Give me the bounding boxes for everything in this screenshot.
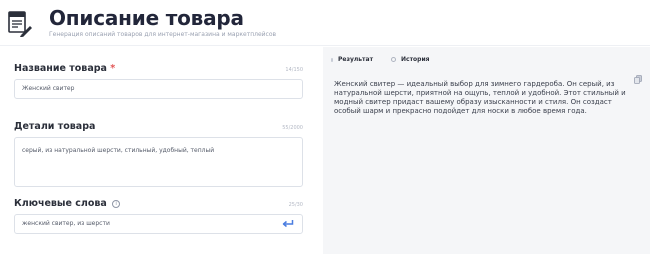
keywords-label-text: Ключевые слова [14,198,107,209]
tab-history-label: История [401,56,430,63]
keywords-label: Ключевые слова i [14,198,121,209]
product-form: Название товара * 14/150 Женский свитер … [0,47,318,254]
keywords-input[interactable]: женский свитер, из шерсти [14,214,303,234]
result-tab-icon [331,57,333,62]
tab-history[interactable]: История [391,56,430,63]
product-details-textarea[interactable]: серый, из натуральной шерсти, стильный, … [14,137,303,187]
info-icon[interactable]: i [112,200,121,208]
enter-arrow-icon[interactable] [282,219,294,229]
result-tabs: Результат История [323,47,650,69]
product-name-input[interactable]: Женский свитер [14,79,303,99]
tab-result-label: Результат [338,56,374,63]
product-name-label-text: Название товара [14,63,107,74]
document-writing-icon [8,11,32,37]
result-panel: Результат История Женский свитер — идеал… [323,47,650,254]
keywords-counter: 25/30 [288,202,303,208]
product-name-counter: 14/150 [285,67,303,73]
keywords-value: женский свитер, из шерсти [22,220,110,227]
product-details-label: Детали товара [14,121,96,132]
history-radio-icon [391,57,396,62]
product-name-label: Название товара * [14,63,115,74]
generated-description: Женский свитер — идеальный выбор для зим… [334,80,626,115]
page-header: Описание товара Генерация описаний товар… [0,0,650,46]
tab-result[interactable]: Результат [331,56,373,63]
page-title: Описание товара [49,6,244,30]
required-mark: * [110,63,116,74]
page-subtitle: Генерация описаний товаров для интернет-… [49,31,277,38]
product-details-counter: 55/2000 [282,125,303,131]
